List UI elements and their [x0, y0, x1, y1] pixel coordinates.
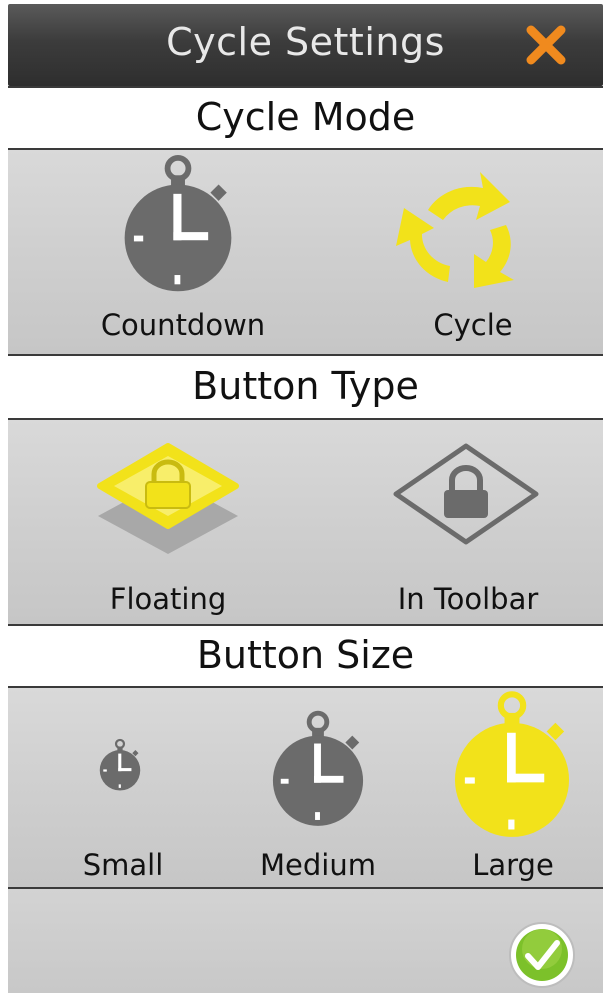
stopwatch-medium-icon — [269, 710, 367, 828]
option-floating[interactable]: Floating — [48, 420, 288, 624]
button-size-panel: Small Medium Large — [8, 686, 603, 887]
option-in-toolbar[interactable]: In Toolbar — [348, 420, 588, 624]
option-small-label: Small — [82, 848, 164, 882]
button-size-header: Button Size — [8, 624, 603, 686]
cycle-settings-dialog: Cycle Settings Cycle Mode Countdown Cycl… — [0, 0, 603, 993]
option-cycle-label: Cycle — [433, 308, 513, 342]
stopwatch-icon — [120, 154, 236, 294]
stopwatch-small-icon — [98, 738, 142, 792]
button-type-header: Button Type — [8, 354, 603, 418]
option-small[interactable]: Small — [48, 688, 198, 887]
close-x-icon[interactable] — [525, 24, 567, 66]
cycle-arrows-icon — [396, 172, 514, 288]
dialog-title: Cycle Settings — [166, 20, 445, 64]
cycle-mode-header: Cycle Mode — [8, 86, 603, 148]
floating-lock-icon — [97, 443, 239, 554]
toolbar-lock-icon — [393, 443, 539, 545]
option-large-label: Large — [472, 848, 554, 882]
footer-bar — [8, 887, 603, 993]
cycle-mode-panel: Countdown Cycle — [8, 148, 603, 354]
option-countdown[interactable]: Countdown — [68, 150, 298, 354]
option-floating-label: Floating — [109, 582, 227, 616]
option-in-toolbar-label: In Toolbar — [397, 582, 539, 616]
title-bar: Cycle Settings — [8, 4, 603, 86]
stopwatch-large-icon — [450, 690, 574, 840]
option-medium-label: Medium — [260, 848, 376, 882]
option-large[interactable]: Large — [428, 688, 598, 887]
button-type-panel: Floating In Toolbar — [8, 418, 603, 624]
option-medium[interactable]: Medium — [233, 688, 403, 887]
checkmark-confirm-icon[interactable] — [508, 921, 576, 989]
option-cycle[interactable]: Cycle — [358, 150, 588, 354]
option-countdown-label: Countdown — [100, 308, 266, 342]
